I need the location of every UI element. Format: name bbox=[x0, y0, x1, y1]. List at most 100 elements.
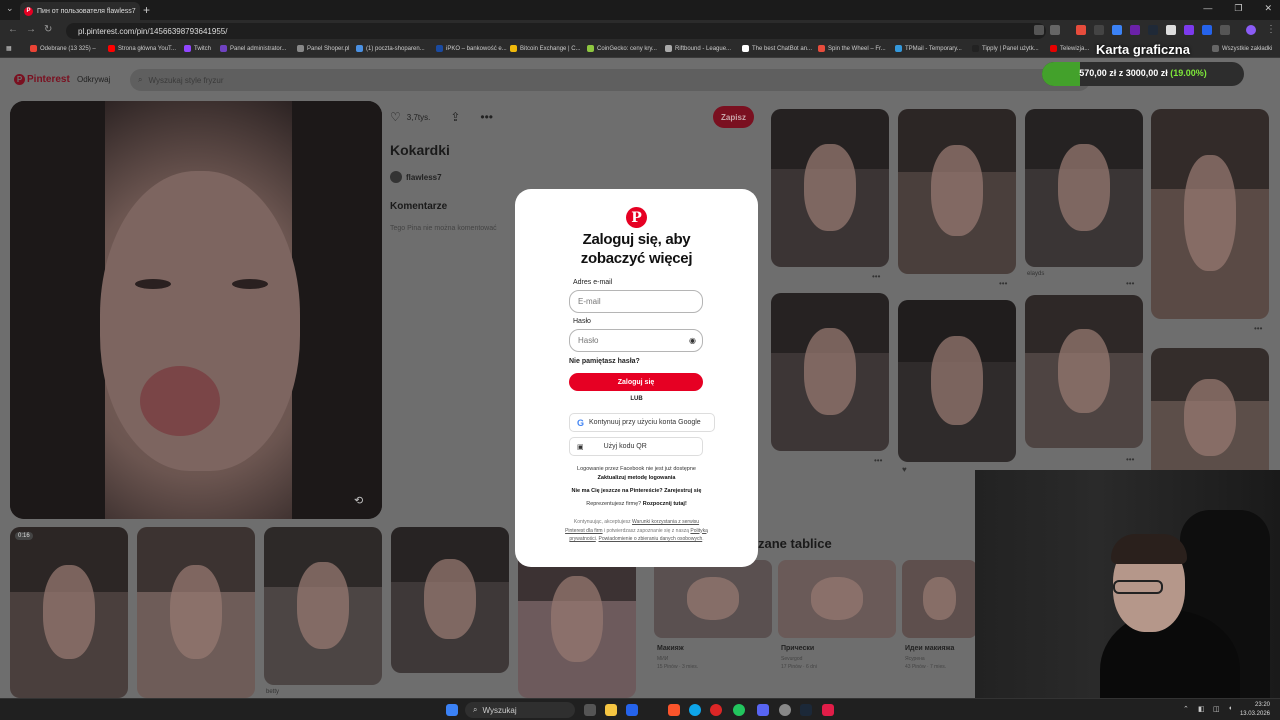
bookmark-item[interactable]: The best ChatBot an... bbox=[742, 45, 812, 52]
signup-link[interactable]: Nie ma Cię jeszcze na Pintereście? Zarej… bbox=[515, 488, 758, 494]
new-tab-icon[interactable]: + bbox=[143, 3, 150, 17]
pin-thumbnail-video[interactable] bbox=[10, 527, 128, 698]
app-icon[interactable] bbox=[822, 704, 834, 716]
pin-thumbnail[interactable] bbox=[137, 527, 255, 698]
reload-icon[interactable]: ↻ bbox=[44, 24, 52, 35]
back-icon[interactable]: ← bbox=[8, 24, 18, 35]
close-window-icon[interactable]: ✕ bbox=[1264, 3, 1272, 14]
business-link[interactable]: Rozpocznij tutaj! bbox=[643, 501, 687, 507]
more-icon[interactable]: ••• bbox=[872, 272, 880, 281]
tray-chevron-icon[interactable]: ⌃ bbox=[1183, 705, 1189, 713]
bookmark-item[interactable]: TPMail - Temporary... bbox=[895, 45, 962, 52]
thumb-author[interactable]: elayds bbox=[1027, 271, 1044, 277]
app-icon[interactable] bbox=[779, 704, 791, 716]
update-login-method-link[interactable]: Zaktualizuj metodę logowania bbox=[515, 475, 758, 481]
thumb-author[interactable]: betty bbox=[266, 689, 279, 695]
volume-icon[interactable]: ◖ bbox=[1228, 705, 1232, 712]
email-field[interactable]: E-mail bbox=[569, 290, 703, 313]
board-cover[interactable] bbox=[654, 560, 772, 638]
extension-icon[interactable] bbox=[1130, 25, 1140, 35]
task-view-icon[interactable] bbox=[584, 704, 596, 716]
edge-icon[interactable] bbox=[689, 704, 701, 716]
taskbar-search[interactable]: ⌕ Wyszukaj bbox=[465, 702, 575, 718]
pin-thumbnail[interactable] bbox=[771, 109, 889, 267]
brave-icon[interactable] bbox=[668, 704, 680, 716]
profile-avatar[interactable] bbox=[1246, 25, 1256, 35]
save-button[interactable]: Zapisz bbox=[713, 106, 754, 128]
install-icon[interactable] bbox=[1034, 25, 1044, 35]
more-icon[interactable]: ••• bbox=[999, 279, 1007, 288]
extension-icon[interactable] bbox=[1166, 25, 1176, 35]
discord-icon[interactable] bbox=[757, 704, 769, 716]
pin-thumbnail[interactable] bbox=[898, 300, 1016, 462]
bookmark-item[interactable]: Tipply | Panel użytk... bbox=[972, 45, 1039, 52]
bookmark-item[interactable]: Odebrane (13 325) – bbox=[30, 45, 96, 52]
steam-icon[interactable] bbox=[800, 704, 812, 716]
file-explorer-icon[interactable] bbox=[605, 704, 617, 716]
bookmark-item[interactable]: (1) poczta-shoparen... bbox=[356, 45, 425, 52]
more-icon[interactable]: ••• bbox=[1254, 324, 1262, 333]
show-password-icon[interactable]: ◉ bbox=[689, 336, 696, 345]
chrome-icon[interactable] bbox=[733, 704, 745, 716]
address-bar[interactable]: pl.pinterest.com/pin/14566398793641955/ bbox=[66, 23, 1046, 39]
more-icon[interactable]: ••• bbox=[480, 110, 493, 124]
extension-icon[interactable] bbox=[1184, 25, 1194, 35]
visual-search-icon[interactable]: ⟲ bbox=[354, 494, 363, 507]
bookmark-item[interactable]: Riftbound - League... bbox=[665, 45, 731, 52]
pin-thumbnail[interactable] bbox=[1151, 109, 1269, 319]
share-icon[interactable]: ⇪ bbox=[450, 110, 460, 124]
password-field[interactable]: Hasło ◉ bbox=[569, 329, 703, 352]
bookmark-item[interactable]: Panel Shoper.pl bbox=[297, 45, 349, 52]
bookmark-item[interactable]: Telewizja... bbox=[1050, 45, 1089, 52]
forward-icon[interactable]: → bbox=[26, 24, 36, 35]
pin-thumbnail[interactable] bbox=[1025, 295, 1143, 448]
minimize-icon[interactable]: — bbox=[1203, 3, 1212, 14]
bookmark-item[interactable]: Bitcoin Exchange | C... bbox=[510, 45, 581, 52]
bookmark-item[interactable]: Strona główna YouT... bbox=[108, 45, 176, 52]
board-title[interactable]: Прически bbox=[781, 645, 814, 652]
google-login-button[interactable]: G Kontynuuj przy użyciu konta Google bbox=[569, 413, 715, 432]
extension-icon[interactable] bbox=[1094, 25, 1104, 35]
more-icon[interactable]: ••• bbox=[1126, 455, 1134, 464]
browser-tab[interactable]: P Пин от пользователя flawless7 ✕ bbox=[20, 2, 140, 20]
pin-thumbnail[interactable] bbox=[1025, 109, 1143, 267]
pin-thumbnail[interactable] bbox=[898, 109, 1016, 274]
pin-thumbnail[interactable] bbox=[1151, 348, 1269, 488]
windows-start-icon[interactable] bbox=[446, 704, 458, 716]
qr-login-button[interactable]: ▣ Użyj kodu QR bbox=[569, 437, 703, 456]
store-icon[interactable] bbox=[626, 704, 638, 716]
bookmark-item[interactable]: Spin the Wheel – Fr... bbox=[818, 45, 886, 52]
heart-icon[interactable]: ♡ bbox=[390, 110, 401, 124]
pin-thumbnail[interactable] bbox=[264, 527, 382, 685]
heart-icon[interactable]: ♥ bbox=[902, 465, 907, 474]
pin-thumbnail[interactable] bbox=[771, 293, 889, 451]
clock[interactable]: 23:20 13.03.2026 bbox=[1240, 701, 1270, 719]
bookmark-item[interactable]: CoinGecko: ceny kry... bbox=[587, 45, 657, 52]
data-notice-link[interactable]: Powiadomienie o zbieraniu danych osobowy… bbox=[599, 536, 703, 542]
board-cover[interactable] bbox=[778, 560, 896, 638]
discover-link[interactable]: Odkrywaj bbox=[77, 75, 110, 84]
opera-icon[interactable] bbox=[710, 704, 722, 716]
extension-icon[interactable] bbox=[1202, 25, 1212, 35]
board-title[interactable]: Макияж bbox=[657, 645, 684, 652]
more-icon[interactable]: ••• bbox=[1126, 279, 1134, 288]
more-icon[interactable]: ••• bbox=[874, 456, 882, 465]
forgot-password-link[interactable]: Nie pamiętasz hasła? bbox=[569, 358, 640, 365]
bookmark-item[interactable]: Twitch bbox=[184, 45, 211, 52]
browser-menu-icon[interactable]: ⋮ bbox=[1266, 24, 1276, 35]
pinterest-logo[interactable]: P Pinterest bbox=[14, 74, 70, 85]
extensions-puzzle-icon[interactable] bbox=[1220, 25, 1230, 35]
board-cover[interactable] bbox=[902, 560, 977, 638]
maximize-icon[interactable]: ❐ bbox=[1234, 3, 1242, 14]
board-title[interactable]: Идеи макияжа bbox=[905, 645, 954, 652]
apps-icon[interactable]: ▦ bbox=[6, 45, 12, 52]
extension-icon[interactable] bbox=[1076, 25, 1086, 35]
tab-list-icon[interactable]: ⌄ bbox=[6, 3, 14, 14]
search-input[interactable]: ⌕ Wyszukaj style fryzur bbox=[130, 69, 1090, 91]
all-bookmarks[interactable]: Wszystkie zakładki bbox=[1212, 45, 1272, 52]
tray-icon[interactable]: ◧ bbox=[1198, 705, 1205, 713]
pin-author[interactable]: flawless7 bbox=[390, 171, 442, 183]
pin-thumbnail[interactable] bbox=[391, 527, 509, 673]
network-icon[interactable]: ◫ bbox=[1213, 705, 1220, 713]
extension-icon[interactable] bbox=[1112, 25, 1122, 35]
